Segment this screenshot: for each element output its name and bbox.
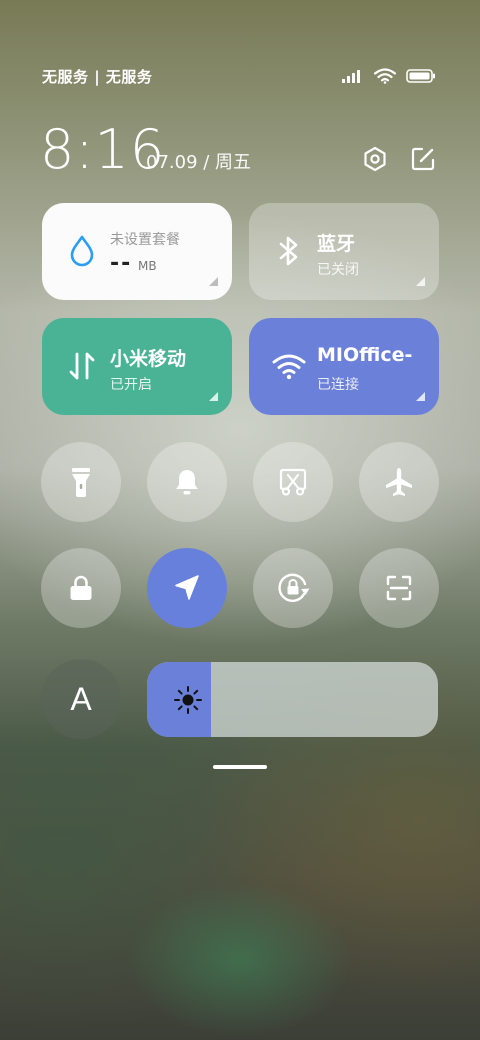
battery-icon xyxy=(406,69,435,83)
wifi-tile[interactable]: MIOffice- 已连接 xyxy=(249,318,439,415)
font-size-label: A xyxy=(70,680,92,717)
water-drop-icon xyxy=(64,233,100,269)
clock-row: 8:16 07.09 / 周五 xyxy=(40,118,440,182)
scan-toggle[interactable] xyxy=(359,548,439,628)
airplane-icon xyxy=(386,468,412,496)
expand-corner-icon xyxy=(209,392,218,401)
bluetooth-icon xyxy=(271,233,307,269)
mobile-data-arrows-icon xyxy=(64,348,100,384)
font-size-toggle[interactable]: A xyxy=(41,659,121,739)
rotation-lock-toggle[interactable] xyxy=(253,548,333,628)
mobile-data-title: 小米移动 xyxy=(110,348,187,370)
expand-corner-icon xyxy=(416,277,425,286)
flashlight-toggle[interactable] xyxy=(41,442,121,522)
scan-icon xyxy=(386,575,412,601)
bluetooth-status: 已关闭 xyxy=(317,262,359,278)
screenshot-toggle[interactable] xyxy=(253,442,333,522)
wifi-icon xyxy=(271,348,307,384)
wifi-network-name: MIOffice- xyxy=(317,344,413,366)
edit-icon xyxy=(411,147,435,171)
rotation-lock-icon xyxy=(278,573,310,602)
home-indicator[interactable] xyxy=(213,765,267,769)
lock-icon xyxy=(70,575,92,600)
status-bar: 无服务 | 无服务 xyxy=(42,64,436,88)
brightness-sun-icon xyxy=(174,686,202,714)
wifi-status-icon xyxy=(374,68,396,84)
status-icons xyxy=(342,68,436,84)
screenshot-icon xyxy=(279,468,307,496)
brightness-slider[interactable] xyxy=(147,662,438,737)
settings-button[interactable] xyxy=(360,144,390,174)
data-plan-label: 未设置套餐 xyxy=(110,232,180,248)
location-toggle[interactable] xyxy=(147,548,227,628)
mute-toggle[interactable] xyxy=(147,442,227,522)
flashlight-icon xyxy=(72,468,90,497)
mobile-data-status: 已开启 xyxy=(110,377,152,393)
bell-icon xyxy=(176,470,198,495)
lock-screen-toggle[interactable] xyxy=(41,548,121,628)
wifi-status: 已连接 xyxy=(317,377,359,393)
mobile-data-tile[interactable]: 小米移动 已开启 xyxy=(42,318,232,415)
edit-button[interactable] xyxy=(408,144,438,174)
data-usage-tile[interactable]: 未设置套餐 -- MB xyxy=(42,203,232,300)
bluetooth-tile[interactable]: 蓝牙 已关闭 xyxy=(249,203,439,300)
location-icon xyxy=(175,575,199,600)
date-label: 07.09 / 周五 xyxy=(146,152,252,173)
data-usage-value: -- xyxy=(110,251,133,276)
expand-corner-icon xyxy=(209,277,218,286)
expand-corner-icon xyxy=(416,392,425,401)
airplane-mode-toggle[interactable] xyxy=(359,442,439,522)
carrier-label: 无服务 | 无服务 xyxy=(42,67,153,86)
settings-icon xyxy=(364,146,386,172)
signal-icon xyxy=(342,70,360,83)
bluetooth-title: 蓝牙 xyxy=(317,233,356,255)
data-usage-unit: MB xyxy=(138,259,157,273)
